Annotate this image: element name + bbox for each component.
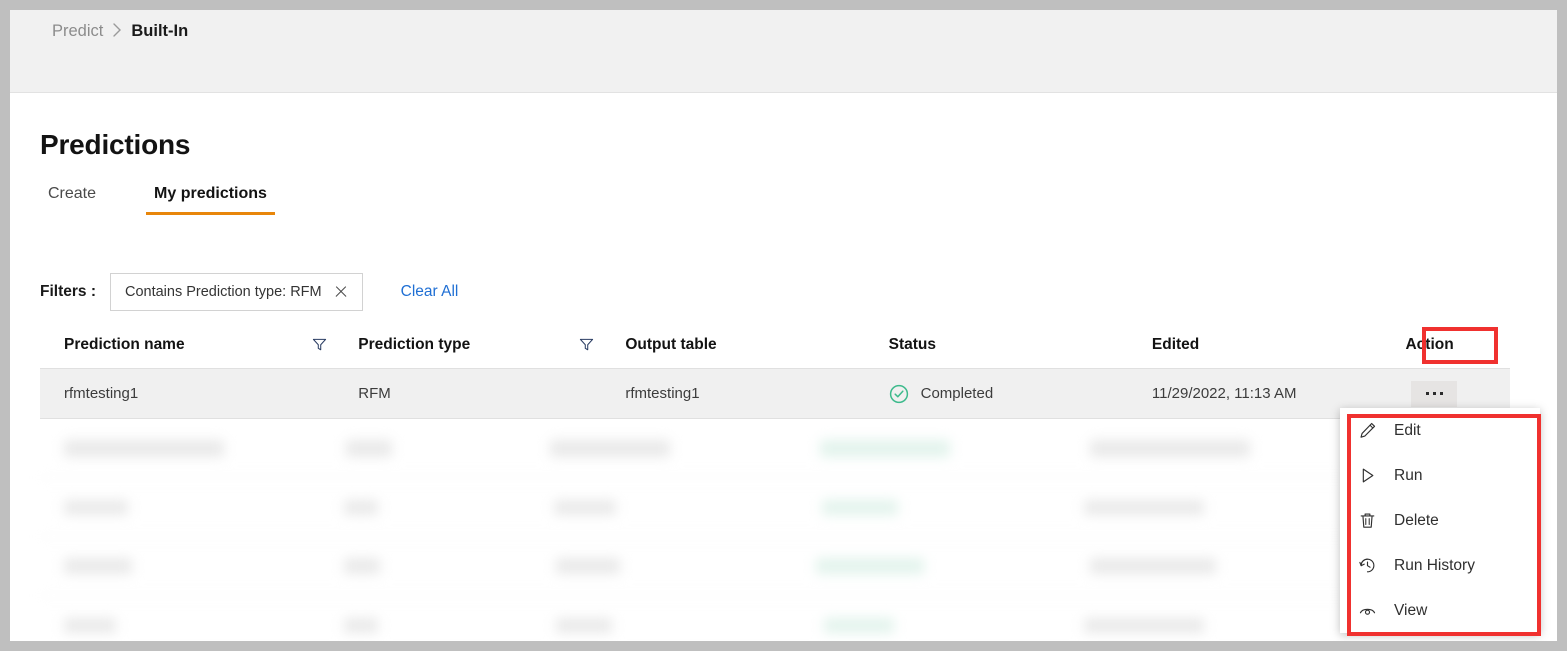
menu-item-delete-label: Delete	[1394, 511, 1439, 529]
application-window: Predict Built-In Predictions Create My p…	[10, 10, 1557, 641]
redacted-cell	[556, 558, 620, 574]
redacted-cell	[550, 439, 670, 457]
breadcrumb: Predict Built-In	[52, 22, 188, 41]
action-dropdown-menu: Edit Run Delete Run History View	[1340, 408, 1540, 633]
menu-item-run-label: Run	[1394, 466, 1423, 484]
menu-item-edit-label: Edit	[1394, 421, 1421, 439]
table-row-redacted[interactable]	[40, 419, 1510, 478]
tab-create-label: Create	[48, 185, 97, 202]
kebab-dot	[1439, 392, 1443, 395]
menu-item-delete[interactable]: Delete	[1340, 498, 1540, 543]
menu-item-view[interactable]: View	[1340, 588, 1540, 633]
predictions-table: Prediction name Prediction type Output t…	[40, 321, 1510, 641]
filter-chip-prediction-type[interactable]: Contains Prediction type: RFM	[109, 273, 363, 311]
tab-create[interactable]: Create	[40, 185, 122, 215]
cell-output-table: rfmtesting1	[625, 385, 700, 402]
main-content: Predictions Create My predictions Filter…	[10, 93, 1557, 641]
cell-edited: 11/29/2022, 11:13 AM	[1151, 385, 1297, 402]
column-header-prediction-type[interactable]: Prediction type	[358, 336, 579, 354]
redacted-cell	[64, 439, 224, 457]
trash-icon	[1360, 513, 1375, 528]
redacted-cell	[64, 499, 128, 515]
kebab-menu-icon[interactable]	[1411, 380, 1458, 407]
eye-icon	[1359, 608, 1376, 615]
redacted-cell	[346, 439, 392, 457]
redacted-cell	[1090, 558, 1216, 574]
menu-item-run-history[interactable]: Run History	[1340, 543, 1540, 588]
breadcrumb-item-predict[interactable]: Predict	[52, 22, 103, 41]
redacted-cell	[820, 439, 950, 457]
table-header-row: Prediction name Prediction type Output t…	[40, 321, 1510, 369]
filter-icon-prediction-type[interactable]	[579, 337, 625, 352]
redacted-cell	[824, 617, 894, 633]
status-label: Completed	[920, 385, 994, 402]
column-header-prediction-name[interactable]: Prediction name	[40, 336, 312, 354]
check-circle-icon	[889, 384, 908, 403]
cell-prediction-type: RFM	[358, 385, 391, 402]
menu-item-edit[interactable]: Edit	[1340, 408, 1540, 453]
column-header-output-table[interactable]: Output table	[625, 336, 888, 354]
clear-all-button[interactable]: Clear All	[401, 283, 459, 301]
column-header-edited[interactable]: Edited	[1152, 336, 1406, 354]
tab-my-predictions[interactable]: My predictions	[146, 185, 275, 215]
cell-action	[1405, 380, 1510, 407]
tab-bar: Create My predictions	[40, 185, 275, 215]
redacted-cell	[554, 499, 616, 515]
table-row[interactable]: rfmtesting1 RFM rfmtesting1 Completed 11…	[40, 369, 1510, 419]
cell-status: Completed	[889, 384, 1152, 404]
menu-item-run-history-label: Run History	[1394, 556, 1475, 574]
redacted-cell	[1090, 439, 1250, 457]
filter-chip-label: Contains Prediction type: RFM	[124, 284, 322, 300]
chevron-right-icon	[112, 23, 122, 40]
redacted-cell	[1084, 499, 1204, 515]
redacted-cell	[556, 617, 612, 633]
filters-label: Filters :	[40, 283, 96, 300]
redacted-cell	[822, 499, 898, 515]
redacted-cell	[344, 558, 380, 574]
close-icon[interactable]	[334, 285, 348, 299]
cell-prediction-name: rfmtesting1	[64, 385, 139, 402]
redacted-cell	[344, 499, 378, 515]
filter-icon-prediction-name[interactable]	[312, 337, 358, 352]
kebab-dot	[1432, 392, 1436, 395]
menu-item-run[interactable]: Run	[1340, 453, 1540, 498]
redacted-cell	[344, 617, 378, 633]
table-row-redacted[interactable]	[40, 478, 1510, 537]
redacted-cell	[1084, 617, 1204, 633]
table-row-redacted[interactable]	[40, 596, 1510, 641]
table-row-redacted[interactable]	[40, 537, 1510, 596]
play-icon	[1362, 468, 1374, 483]
pencil-icon	[1360, 422, 1376, 438]
tab-my-predictions-label: My predictions	[154, 185, 267, 202]
redacted-cell	[816, 558, 924, 574]
page-header-band: Predict Built-In	[10, 10, 1557, 93]
filters-bar: Filters : Contains Prediction type: RFM …	[40, 273, 458, 311]
redacted-cell	[64, 558, 132, 574]
history-clock-icon	[1359, 558, 1375, 573]
menu-item-view-label: View	[1394, 601, 1428, 619]
column-header-action[interactable]: Action	[1405, 336, 1510, 354]
breadcrumb-item-built-in[interactable]: Built-In	[131, 22, 188, 41]
column-header-status[interactable]: Status	[889, 336, 1152, 354]
redacted-cell	[64, 617, 116, 633]
kebab-dot	[1425, 392, 1429, 395]
page-title: Predictions	[40, 129, 191, 160]
